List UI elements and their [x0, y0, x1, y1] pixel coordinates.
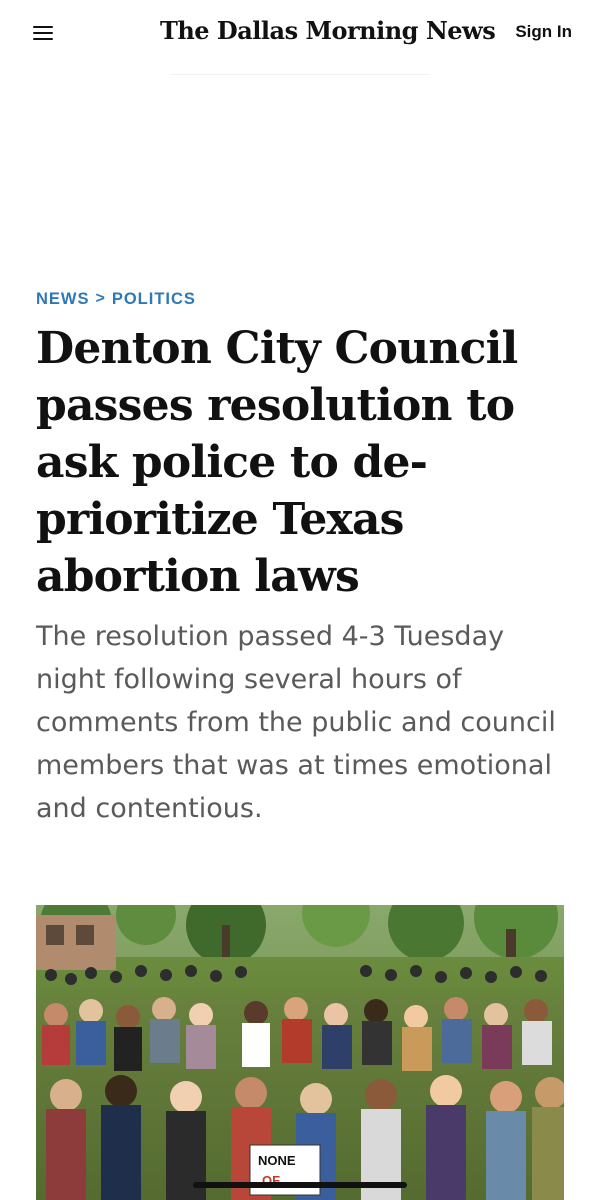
- article-subheadline: The resolution passed 4-3 Tuesday night …: [36, 621, 556, 824]
- breadcrumb-news-link[interactable]: NEWS: [36, 290, 90, 309]
- sign-text-1: NONE: [258, 1153, 296, 1168]
- menu-line: [33, 32, 53, 34]
- article-photo[interactable]: NONE OF: [36, 905, 564, 1200]
- home-indicator-bar: [193, 1182, 407, 1188]
- breadcrumb-separator: >: [95, 289, 106, 307]
- menu-line: [33, 26, 53, 28]
- breadcrumb-politics-link[interactable]: POLITICS: [112, 290, 196, 309]
- photo-illustration: NONE OF: [36, 905, 564, 1200]
- hamburger-menu-icon[interactable]: [33, 24, 53, 42]
- article-headline: Denton City Council passes resolution to…: [36, 323, 518, 602]
- top-navigation-bar: The Dallas Morning News Sign In: [0, 0, 600, 66]
- ad-placeholder: [0, 66, 600, 276]
- menu-line: [33, 38, 53, 40]
- sign-in-button[interactable]: Sign In: [515, 22, 572, 42]
- ad-divider: [170, 74, 430, 75]
- breadcrumb: NEWS > POLITICS: [36, 290, 196, 309]
- site-logo[interactable]: The Dallas Morning News: [160, 16, 496, 45]
